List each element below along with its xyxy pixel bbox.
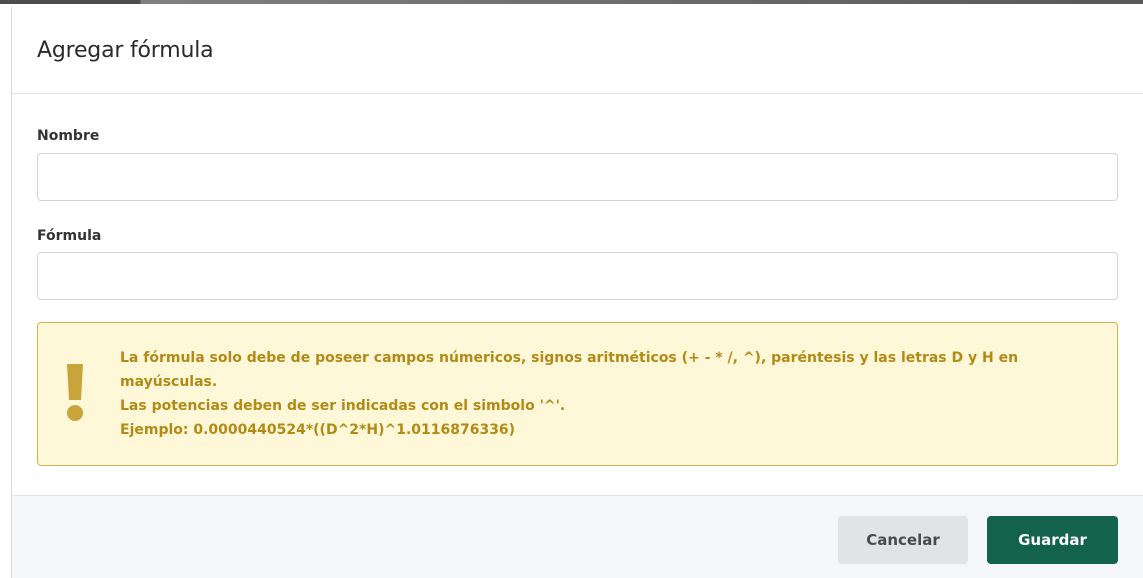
alert-line: Ejemplo: 0.0000440524*((D^2*H)^1.0116876… (120, 422, 516, 438)
formula-label: Fórmula (37, 228, 102, 244)
exclamation-icon (67, 364, 83, 421)
dialog-footer: Cancelar Guardar (12, 495, 1143, 578)
alert-line: mayúsculas. (120, 374, 218, 390)
alert-line: Las potencias deben de ser indicadas con… (120, 398, 566, 414)
cancel-button[interactable]: Cancelar (838, 516, 968, 564)
dialog-title: Agregar fórmula (37, 38, 214, 63)
alert-line: La fórmula solo debe de poseer campos nú… (120, 350, 1019, 366)
save-button[interactable]: Guardar (987, 516, 1118, 564)
add-formula-dialog: Agregar fórmula Nombre Fórmula La fórmul… (11, 7, 1143, 578)
nombre-input[interactable] (37, 153, 1118, 201)
formula-input[interactable] (37, 252, 1118, 300)
formula-warning-alert: La fórmula solo debe de poseer campos nú… (37, 322, 1118, 466)
page: Agregar fórmula Nombre Fórmula La fórmul… (0, 0, 1143, 578)
background-overlay-edge (0, 0, 1143, 4)
nombre-label: Nombre (37, 128, 100, 144)
alert-message: La fórmula solo debe de poseer campos nú… (120, 346, 1100, 442)
dialog-header: Agregar fórmula (12, 7, 1143, 94)
